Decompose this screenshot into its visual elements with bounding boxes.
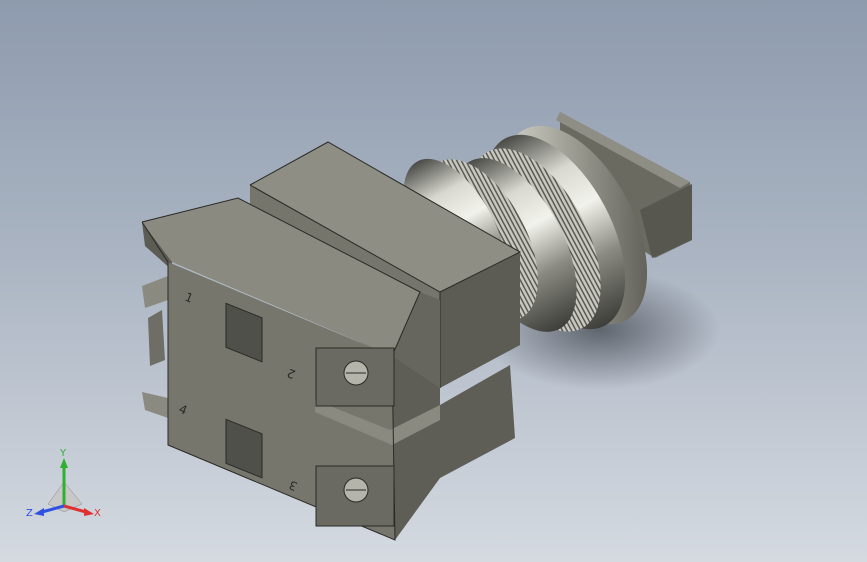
screw-terminal-lower[interactable] <box>315 465 395 527</box>
screw-terminal-upper[interactable] <box>315 347 395 407</box>
y-axis-label: Y <box>59 448 67 459</box>
switch-model[interactable]: 1 2 3 4 <box>0 0 867 562</box>
x-axis-label: X <box>94 508 101 519</box>
z-axis-label: Z <box>26 508 33 519</box>
cad-viewport[interactable]: 1 2 3 4 Y X Z <box>0 0 867 562</box>
axis-triad-icon: Y X Z <box>26 448 101 519</box>
